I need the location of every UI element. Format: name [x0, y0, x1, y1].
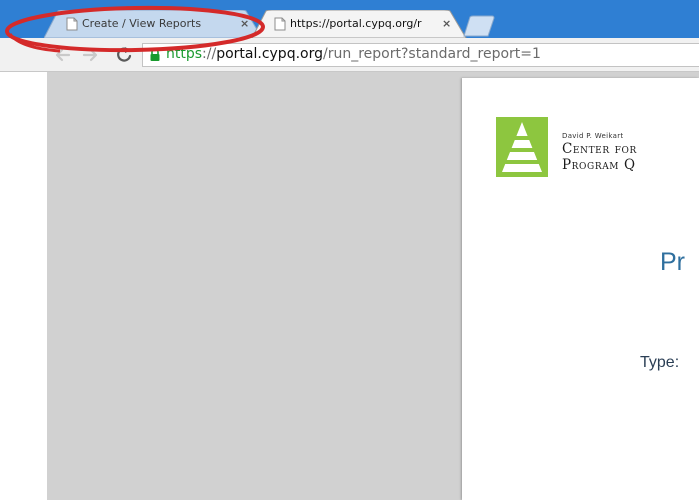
logo-line-2: Program Q — [562, 157, 636, 173]
url-path: /run_report?standard_report=1 — [323, 46, 541, 62]
reload-icon[interactable] — [114, 45, 134, 65]
logo-line-1: Center for — [562, 141, 637, 157]
tab-strip: Create / View Reports × https://portal.c… — [0, 0, 699, 38]
type-label: Type: — [640, 354, 680, 371]
cypq-logo-icon — [496, 117, 548, 177]
left-margin — [0, 72, 47, 500]
document-page: David P. Weikart Center for Program Q Pr… — [462, 78, 699, 500]
logo-pre-text: David P. Weikart — [562, 132, 624, 140]
back-arrow-icon[interactable] — [53, 45, 73, 65]
tab-run-report[interactable]: https://portal.cypq.org/run_report?stand… — [252, 10, 468, 38]
page-icon — [66, 17, 78, 31]
new-tab-icon[interactable] — [463, 15, 497, 37]
address-bar[interactable]: https://portal.cypq.org/run_report?stand… — [142, 43, 699, 67]
forward-arrow-icon[interactable] — [80, 45, 100, 65]
tab-create-view-reports[interactable]: Create / View Reports × — [44, 10, 264, 38]
browser-window: Create / View Reports × https://portal.c… — [0, 0, 699, 500]
tab-title: https://portal.cypq.org/run_report?stand… — [290, 17, 422, 30]
close-tab-icon[interactable]: × — [442, 17, 451, 30]
close-tab-icon[interactable]: × — [240, 17, 249, 30]
lock-icon — [150, 48, 160, 61]
report-title: Pr — [660, 248, 685, 276]
browser-toolbar: https://portal.cypq.org/run_report?stand… — [0, 38, 699, 72]
url-separator: :// — [202, 46, 217, 62]
url-scheme: https — [166, 46, 203, 62]
tab-title: Create / View Reports — [82, 17, 202, 30]
url-host: portal.cypq.org — [216, 46, 323, 62]
url-text: https://portal.cypq.org/run_report?stand… — [166, 46, 541, 62]
pdf-viewer: David P. Weikart Center for Program Q Pr… — [0, 72, 699, 500]
page-icon — [274, 17, 286, 31]
